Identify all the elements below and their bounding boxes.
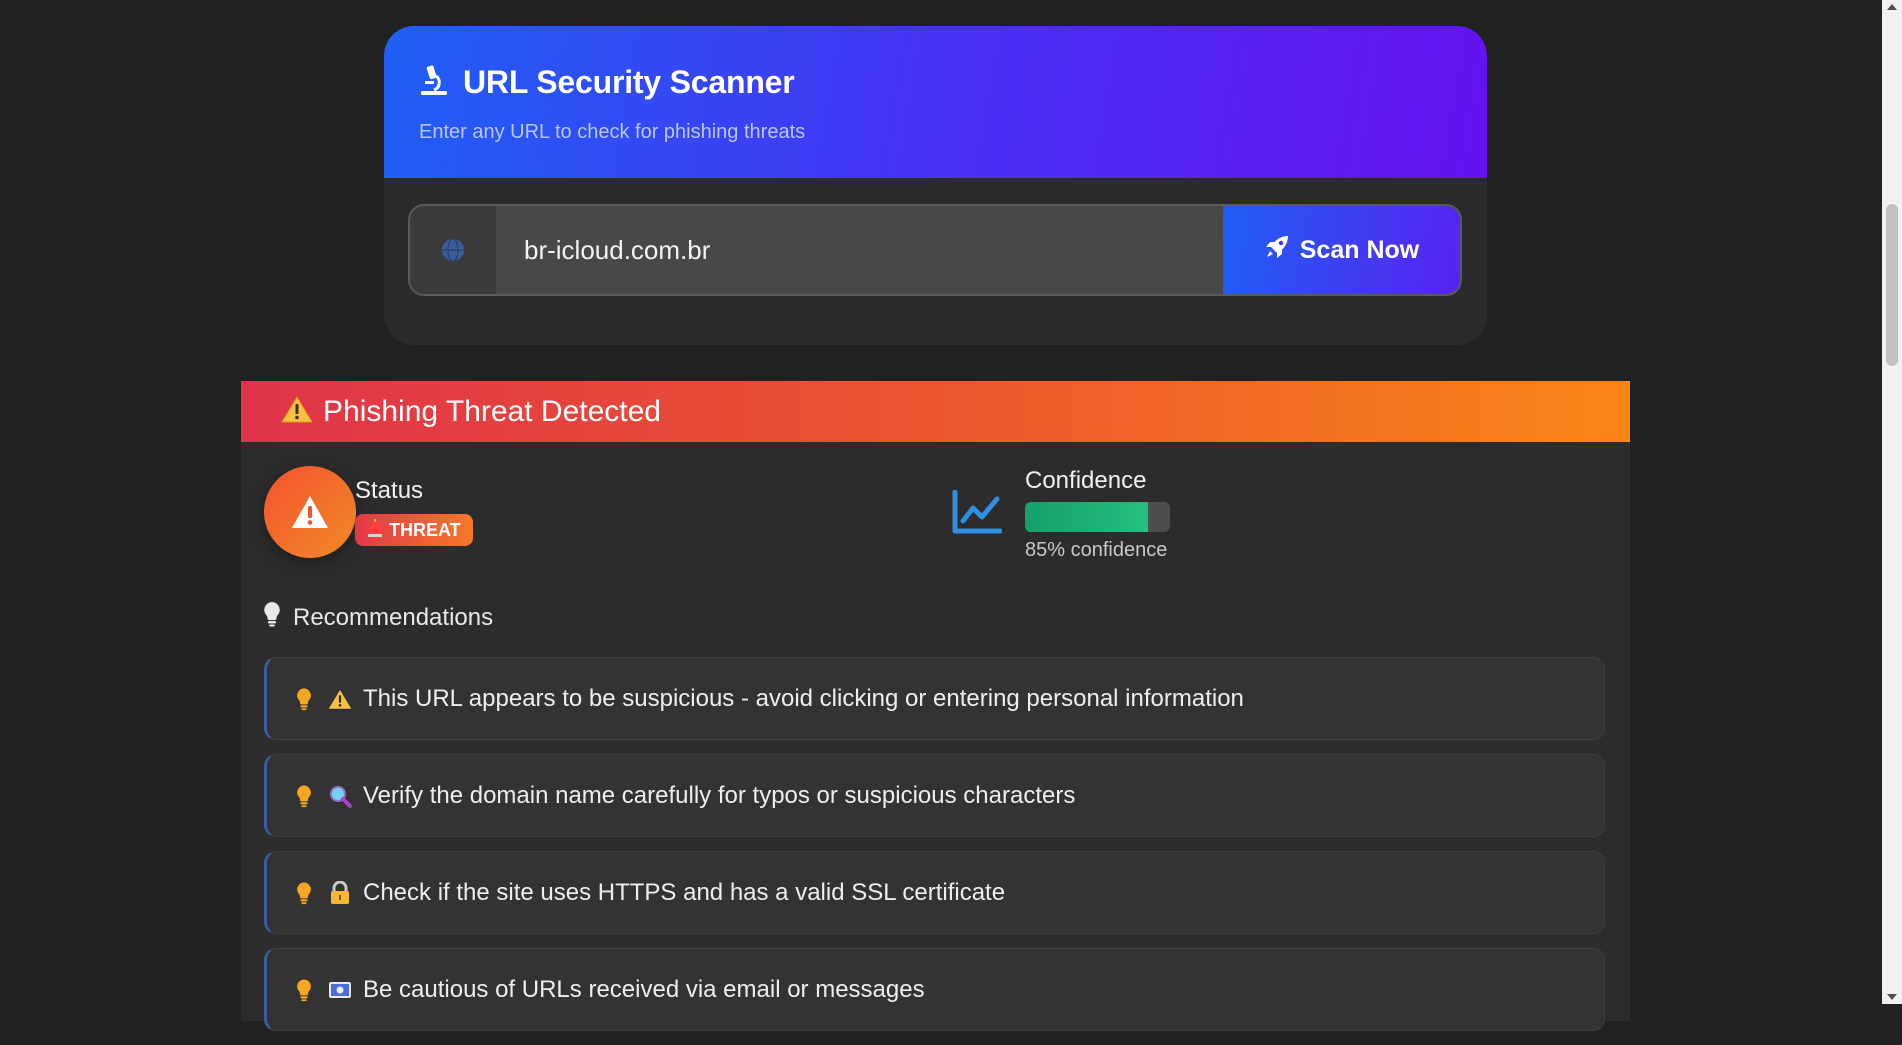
- url-input[interactable]: [496, 206, 1223, 294]
- scroll-up-arrow-icon[interactable]: [1887, 4, 1897, 10]
- result-title: Phishing Threat Detected: [323, 394, 661, 428]
- rocket-icon: [1264, 234, 1290, 267]
- status-badge: THREAT: [355, 514, 473, 546]
- microscope-icon: [419, 64, 449, 101]
- confidence-text: 85% confidence: [1025, 539, 1168, 561]
- result-header: Phishing Threat Detected: [241, 381, 1630, 442]
- chart-line-icon: [952, 489, 1003, 539]
- recommendation-text: This URL appears to be suspicious - avoi…: [363, 684, 1244, 712]
- confidence-bar: [1025, 502, 1170, 532]
- confidence-bar-fill: [1025, 502, 1149, 532]
- lightbulb-icon: [263, 601, 281, 634]
- recommendations-title: Recommendations: [293, 603, 494, 631]
- lock-emoji-icon: [327, 880, 353, 905]
- alert-triangle-icon: [292, 496, 328, 528]
- recommendations-list: This URL appears to be suspicious - avoi…: [264, 657, 1605, 1045]
- page-subtitle: Enter any URL to check for phishing thre…: [419, 121, 806, 143]
- magnifier-emoji-icon: [327, 784, 353, 808]
- scanner-card: URL Security Scanner Enter any URL to ch…: [384, 26, 1487, 345]
- warning-icon: [281, 395, 313, 428]
- recommendation-item: Be cautious of URLs received via email o…: [264, 948, 1605, 1031]
- result-card: Phishing Threat Detected Status THREAT C…: [241, 381, 1630, 1031]
- lightbulb-icon: [291, 881, 317, 905]
- scanner-header: URL Security Scanner Enter any URL to ch…: [384, 26, 1487, 178]
- warning-emoji-icon: [327, 688, 353, 710]
- lightbulb-icon: [291, 687, 317, 711]
- recommendation-text: Verify the domain name carefully for typ…: [363, 781, 1076, 809]
- siren-icon: [367, 518, 383, 542]
- envelope-emoji-icon: [327, 980, 353, 1000]
- scroll-down-arrow-icon[interactable]: [1887, 994, 1897, 1000]
- recommendation-text: Check if the site uses HTTPS and has a v…: [363, 878, 1006, 906]
- globe-icon: [410, 206, 496, 294]
- lightbulb-icon: [291, 784, 317, 808]
- recommendations-heading: Recommendations: [263, 601, 493, 634]
- scan-now-button[interactable]: Scan Now: [1223, 206, 1460, 294]
- scrollbar-thumb[interactable]: [1886, 204, 1898, 366]
- url-input-group: Scan Now: [408, 204, 1462, 296]
- page-title: URL Security Scanner: [463, 64, 795, 100]
- status-badge-text: THREAT: [389, 519, 461, 540]
- recommendation-item: Verify the domain name carefully for typ…: [264, 754, 1605, 837]
- scan-now-label: Scan Now: [1299, 235, 1420, 264]
- lightbulb-icon: [291, 978, 317, 1002]
- page-scrollbar[interactable]: [1882, 0, 1902, 1004]
- status-icon-circle: [264, 466, 356, 558]
- status-label: Status: [355, 477, 424, 504]
- recommendation-text: Be cautious of URLs received via email o…: [363, 975, 925, 1003]
- recommendation-item: This URL appears to be suspicious - avoi…: [264, 657, 1605, 740]
- recommendation-item: Check if the site uses HTTPS and has a v…: [264, 851, 1605, 934]
- confidence-label: Confidence: [1025, 467, 1147, 494]
